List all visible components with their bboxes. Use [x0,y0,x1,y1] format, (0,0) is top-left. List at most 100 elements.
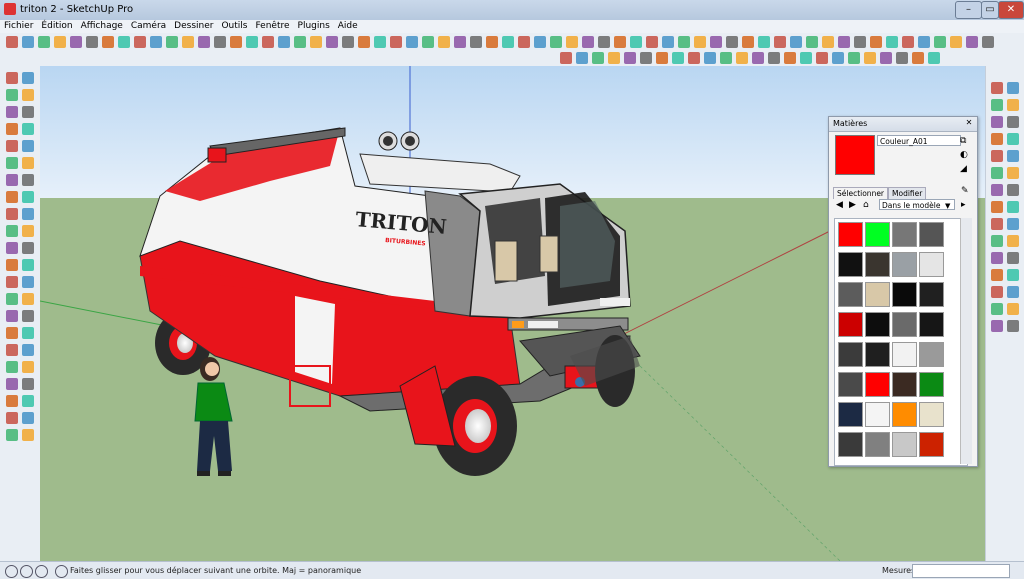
toolbar-tool-icon[interactable] [22,378,34,390]
toolbar-tool-icon[interactable] [534,36,546,48]
toolbar-tool-icon[interactable] [832,52,844,64]
toolbar-tool-icon[interactable] [991,303,1003,315]
default-material-icon[interactable]: ◢ [960,164,967,174]
material-swatch[interactable] [919,222,944,247]
menu-fichier[interactable]: Fichier [0,20,37,33]
toolbar-tool-icon[interactable] [6,429,18,441]
toolbar-tool-icon[interactable] [406,36,418,48]
toolbar-tool-icon[interactable] [694,36,706,48]
toolbar-tool-icon[interactable] [854,36,866,48]
toolbar-tool-icon[interactable] [774,36,786,48]
toolbar-tool-icon[interactable] [688,52,700,64]
toolbar-tool-icon[interactable] [22,429,34,441]
toolbar-tool-icon[interactable] [838,36,850,48]
toolbar-tool-icon[interactable] [6,123,18,135]
details-arrow-icon[interactable]: ▸ [961,200,966,210]
toolbar-tool-icon[interactable] [486,36,498,48]
toolbar-tool-icon[interactable] [982,36,994,48]
toolbar-tool-icon[interactable] [1007,133,1019,145]
toolbar-tool-icon[interactable] [934,36,946,48]
material-swatch[interactable] [892,432,917,457]
material-swatch[interactable] [865,342,890,367]
toolbar-tool-icon[interactable] [102,36,114,48]
material-swatch[interactable] [892,342,917,367]
toolbar-tool-icon[interactable] [6,72,18,84]
toolbar-tool-icon[interactable] [870,36,882,48]
toolbar-tool-icon[interactable] [1007,167,1019,179]
toolbar-tool-icon[interactable] [6,344,18,356]
material-swatch[interactable] [919,432,944,457]
forward-arrow-icon[interactable]: ▶ [849,200,856,210]
toolbar-tool-icon[interactable] [22,259,34,271]
menu-outils[interactable]: Outils [217,20,251,33]
toolbar-tool-icon[interactable] [566,36,578,48]
toolbar-tool-icon[interactable] [150,36,162,48]
toolbar-tool-icon[interactable] [22,123,34,135]
back-arrow-icon[interactable]: ◀ [836,200,843,210]
toolbar-tool-icon[interactable] [22,72,34,84]
material-swatch[interactable] [919,252,944,277]
toolbar-tool-icon[interactable] [991,269,1003,281]
material-swatch[interactable] [838,252,863,277]
material-swatch[interactable] [838,222,863,247]
toolbar-tool-icon[interactable] [1007,286,1019,298]
toolbar-tool-icon[interactable] [816,52,828,64]
material-swatch[interactable] [892,402,917,427]
toolbar-tool-icon[interactable] [991,184,1003,196]
tab-modifier[interactable]: Modifier [888,187,927,199]
material-swatch[interactable] [838,342,863,367]
toolbar-tool-icon[interactable] [22,89,34,101]
toolbar-tool-icon[interactable] [704,52,716,64]
toolbar-tool-icon[interactable] [422,36,434,48]
toolbar-tool-icon[interactable] [768,52,780,64]
toolbar-tool-icon[interactable] [912,52,924,64]
material-swatch[interactable] [919,312,944,337]
material-swatch[interactable] [838,372,863,397]
toolbar-tool-icon[interactable] [230,36,242,48]
toolbar-tool-icon[interactable] [22,174,34,186]
toolbar-tool-icon[interactable] [22,395,34,407]
menu-aide[interactable]: Aide [334,20,362,33]
toolbar-tool-icon[interactable] [560,52,572,64]
toolbar-tool-icon[interactable] [22,157,34,169]
toolbar-tool-icon[interactable] [848,52,860,64]
toolbar-tool-icon[interactable] [966,36,978,48]
toolbar-tool-icon[interactable] [991,286,1003,298]
toolbar-tool-icon[interactable] [582,36,594,48]
toolbar-tool-icon[interactable] [22,208,34,220]
close-icon[interactable]: ✕ [964,118,974,128]
tab-selectionner[interactable]: Sélectionner [833,187,889,199]
toolbar-tool-icon[interactable] [518,36,530,48]
toolbar-tool-icon[interactable] [1007,116,1019,128]
toolbar-tool-icon[interactable] [22,242,34,254]
toolbar-tool-icon[interactable] [991,235,1003,247]
geolocation-icon[interactable] [5,565,18,578]
material-swatch[interactable] [865,432,890,457]
toolbar-tool-icon[interactable] [991,99,1003,111]
material-swatch[interactable] [838,282,863,307]
toolbar-tool-icon[interactable] [134,36,146,48]
toolbar-tool-icon[interactable] [640,52,652,64]
eyedropper-icon[interactable]: ✎ [961,186,969,196]
material-swatch[interactable] [838,312,863,337]
toolbar-tool-icon[interactable] [790,36,802,48]
toolbar-tool-icon[interactable] [6,157,18,169]
toolbar-tool-icon[interactable] [550,36,562,48]
toolbar-tool-icon[interactable] [726,36,738,48]
toolbar-tool-icon[interactable] [991,218,1003,230]
toolbar-tool-icon[interactable] [6,395,18,407]
toolbar-tool-icon[interactable] [991,133,1003,145]
toolbar-tool-icon[interactable] [784,52,796,64]
toolbar-tool-icon[interactable] [608,52,620,64]
toolbar-tool-icon[interactable] [1007,252,1019,264]
toolbar-tool-icon[interactable] [624,52,636,64]
material-swatch[interactable] [892,312,917,337]
toolbar-tool-icon[interactable] [1007,82,1019,94]
toolbar-tool-icon[interactable] [991,167,1003,179]
toolbar-tool-icon[interactable] [720,52,732,64]
toolbar-tool-icon[interactable] [214,36,226,48]
toolbar-tool-icon[interactable] [902,36,914,48]
toolbar-tool-icon[interactable] [630,36,642,48]
toolbar-tool-icon[interactable] [1007,269,1019,281]
menu-fenetre[interactable]: Fenêtre [251,20,293,33]
